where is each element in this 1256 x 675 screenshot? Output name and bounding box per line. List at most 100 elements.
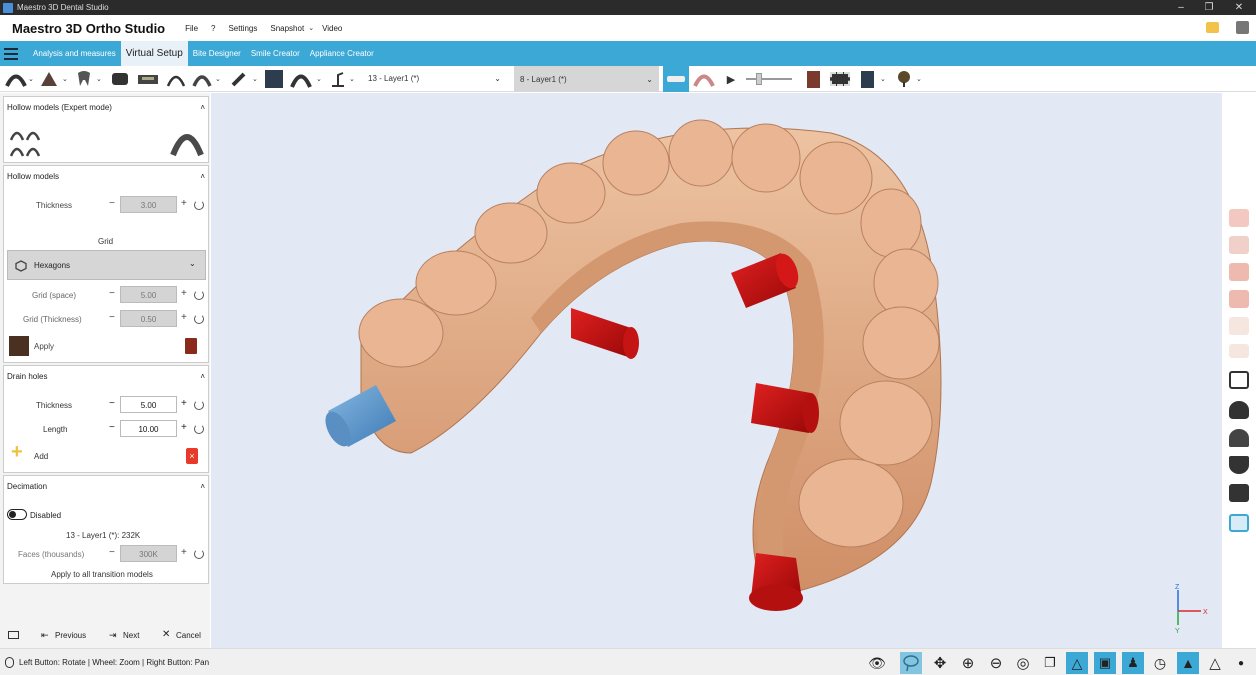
zoom-in-icon[interactable]: ⊕ — [957, 652, 979, 674]
decrement-button[interactable]: − — [109, 198, 115, 209]
faces-input[interactable]: 300K — [120, 545, 177, 562]
tab-bite-designer[interactable]: Bite Designer — [188, 41, 246, 66]
model-top-icon[interactable] — [1229, 401, 1249, 419]
minimize-icon[interactable]: – — [1168, 0, 1194, 15]
menu-help[interactable]: ? — [211, 24, 215, 33]
texture-icon[interactable]: ▣ — [1094, 652, 1116, 674]
model-bottom-icon[interactable] — [1229, 456, 1249, 474]
grid-type-select[interactable]: Hexagons ⌄ — [7, 250, 206, 280]
grid-thickness-input[interactable]: 0.50 — [120, 310, 177, 327]
model-both-icon[interactable] — [1229, 484, 1249, 502]
drain-hole-marker[interactable] — [571, 308, 639, 359]
chevron-down-icon[interactable]: ⌄ — [308, 24, 314, 32]
increment-button[interactable]: + — [181, 312, 187, 323]
model-side-icon[interactable] — [1229, 429, 1249, 447]
increment-button[interactable]: + — [181, 422, 187, 433]
section-header[interactable]: Decimation ˄ — [4, 476, 208, 497]
panel-toggle-icon[interactable] — [8, 631, 19, 639]
grid-view-icon[interactable] — [1229, 514, 1249, 532]
section-header[interactable]: Hollow models ˄ — [4, 166, 208, 187]
menu-snapshot[interactable]: Snapshot — [270, 24, 304, 33]
eye-icon[interactable]: 👁 — [866, 652, 888, 674]
view-top-icon[interactable] — [1229, 344, 1249, 358]
square-icon[interactable] — [263, 69, 285, 89]
reset-icon[interactable] — [194, 200, 204, 210]
hollow-model-icon[interactable] — [170, 125, 204, 159]
tooth-section-icon[interactable] — [37, 69, 61, 89]
move-icon[interactable]: ✥ — [929, 652, 951, 674]
chevron-down-icon[interactable]: ⌄ — [96, 69, 102, 89]
solid-triangle-icon[interactable]: ▲ — [1177, 652, 1199, 674]
tab-analysis[interactable]: Analysis and measures — [28, 41, 121, 66]
drain-thickness-input[interactable]: 5.00 — [120, 396, 177, 413]
triangle-outline-icon[interactable]: △ — [1204, 652, 1226, 674]
add-plus-icon[interactable]: + — [11, 441, 23, 464]
articulator-icon[interactable] — [328, 69, 348, 89]
apply-button[interactable]: Apply — [34, 342, 54, 351]
zoom-out-icon[interactable]: ⊖ — [985, 652, 1007, 674]
decrement-button[interactable]: − — [109, 422, 115, 433]
previous-icon[interactable]: ⇤ — [41, 630, 49, 641]
film-icon[interactable] — [829, 69, 851, 89]
chevron-up-icon[interactable]: ˄ — [200, 372, 205, 381]
view-occlusal-icon[interactable] — [1229, 317, 1249, 335]
grid-space-input[interactable]: 5.00 — [120, 286, 177, 303]
reset-icon[interactable] — [194, 424, 204, 434]
section-header[interactable]: Drain holes ˄ — [4, 366, 208, 387]
delete-icon[interactable]: × — [186, 448, 198, 464]
person-icon[interactable]: ♟ — [1122, 652, 1144, 674]
chevron-down-icon[interactable]: ⌄ — [349, 69, 355, 89]
menu-settings[interactable]: Settings — [228, 24, 257, 33]
previous-button[interactable]: Previous — [55, 631, 86, 640]
chevron-down-icon[interactable]: ⌄ — [316, 69, 322, 89]
drain-hole-marker[interactable] — [749, 553, 803, 611]
export-icon[interactable] — [858, 69, 876, 89]
target-icon[interactable]: ◎ — [1012, 652, 1034, 674]
report-icon[interactable] — [804, 69, 822, 89]
arch-tool-icon[interactable] — [3, 69, 29, 89]
aligner-icon[interactable] — [289, 69, 313, 89]
next-button[interactable]: Next — [123, 631, 139, 640]
reset-icon[interactable] — [194, 314, 204, 324]
plugin-icon[interactable] — [892, 69, 916, 89]
menu-video[interactable]: Video — [322, 24, 342, 33]
rotate-view-icon[interactable] — [1229, 371, 1249, 389]
chevron-down-icon[interactable]: ⌄ — [215, 69, 221, 89]
chevron-down-icon[interactable]: ⌄ — [916, 69, 922, 89]
cancel-button[interactable]: Cancel — [176, 631, 201, 640]
chevron-down-icon[interactable]: ⌄ — [880, 69, 886, 89]
chevron-down-icon[interactable]: ⌄ — [62, 69, 68, 89]
wireframe-icon[interactable]: △ — [1066, 652, 1088, 674]
cancel-icon[interactable]: ✕ — [162, 629, 170, 640]
menu-file[interactable]: File — [185, 24, 198, 33]
dental-model-render[interactable]: Z X Y — [211, 93, 1222, 648]
next-icon[interactable]: ⇥ — [109, 630, 117, 641]
view-lower-icon[interactable] — [1229, 290, 1249, 308]
apply-all-button[interactable]: Apply to all transition models — [51, 570, 153, 579]
animation-slider[interactable] — [744, 69, 794, 89]
layer-select-upper[interactable]: 13 - Layer1 (*) ⌄ — [362, 70, 507, 88]
model-base-icon[interactable] — [136, 69, 160, 89]
reset-icon[interactable] — [194, 290, 204, 300]
chevron-down-icon[interactable]: ⌄ — [252, 69, 258, 89]
dot-icon[interactable]: ● — [1230, 652, 1252, 674]
close-icon[interactable]: ✕ — [1226, 0, 1252, 15]
decrement-button[interactable]: − — [109, 398, 115, 409]
view-upper-icon[interactable] — [1229, 263, 1249, 281]
hollow-arches-icon[interactable] — [9, 126, 43, 160]
view-open-icon[interactable] — [1229, 236, 1249, 254]
copy-icon[interactable]: ❐ — [1039, 652, 1061, 674]
reset-icon[interactable] — [194, 400, 204, 410]
globe-icon[interactable]: ◷ — [1149, 652, 1171, 674]
decrement-button[interactable]: − — [109, 312, 115, 323]
brush-icon[interactable] — [228, 69, 250, 89]
play-icon[interactable]: ▶ — [723, 69, 739, 89]
3d-viewport[interactable]: Z X Y — [211, 93, 1222, 648]
brace-icon[interactable] — [109, 69, 131, 89]
chevron-up-icon[interactable]: ˄ — [200, 172, 205, 181]
chat-icon[interactable] — [1206, 22, 1219, 33]
chevron-up-icon[interactable]: ˄ — [200, 482, 205, 491]
increment-button[interactable]: + — [181, 288, 187, 299]
increment-button[interactable]: + — [181, 547, 187, 558]
decimation-toggle[interactable] — [7, 509, 27, 520]
